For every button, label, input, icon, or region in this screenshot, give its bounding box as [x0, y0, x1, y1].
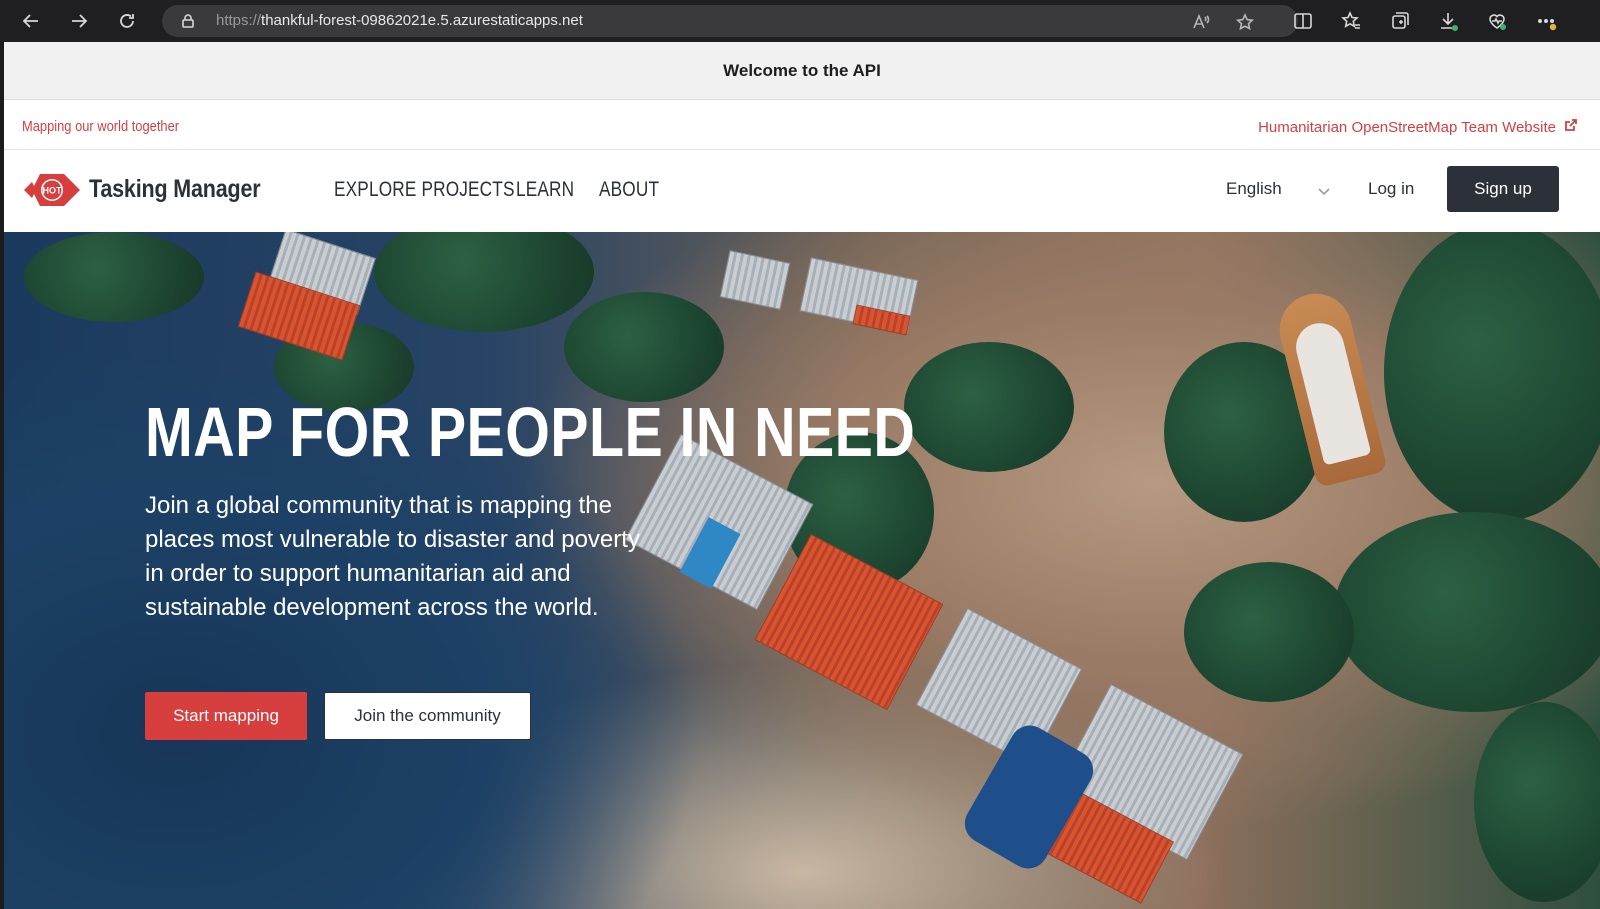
collections-icon[interactable] [1389, 10, 1411, 32]
hot-website-label: Humanitarian OpenStreetMap Team Website [1258, 118, 1556, 136]
browser-essentials-icon[interactable] [1486, 10, 1508, 32]
top-bar: Mapping our world together Humanitarian … [4, 100, 1600, 150]
favorite-star-icon[interactable] [1235, 13, 1255, 31]
lock-icon [180, 13, 196, 29]
hero-section: MAP FOR PEOPLE IN NEED Join a global com… [4, 232, 1600, 909]
nav-learn[interactable]: LEARN [516, 178, 574, 202]
language-select[interactable]: English [1226, 179, 1282, 199]
favorites-icon[interactable] [1340, 10, 1362, 32]
external-link-icon [1564, 118, 1578, 136]
nav-about[interactable]: ABOUT [599, 178, 659, 202]
hot-website-link[interactable]: Humanitarian OpenStreetMap Team Website [1258, 118, 1578, 136]
hero-title: MAP FOR PEOPLE IN NEED [145, 393, 916, 471]
nav-explore-projects[interactable]: EXPLORE PROJECTS [334, 178, 515, 202]
downloads-icon[interactable] [1437, 10, 1459, 32]
login-link[interactable]: Log in [1368, 179, 1414, 199]
tagline: Mapping our world together [22, 118, 180, 135]
forward-icon[interactable] [67, 9, 91, 33]
logo-text: HOT [43, 186, 63, 196]
back-icon[interactable] [19, 9, 43, 33]
start-mapping-button[interactable]: Start mapping [145, 692, 307, 740]
address-bar[interactable]: https://thankful-forest-09862021e.5.azur… [162, 5, 1298, 37]
hot-logo-icon[interactable]: HOT [24, 170, 80, 210]
brand-name[interactable]: Tasking Manager [89, 175, 261, 204]
chevron-down-icon[interactable] [1316, 183, 1332, 199]
signup-button[interactable]: Sign up [1447, 166, 1559, 212]
split-screen-icon[interactable] [1292, 10, 1314, 32]
api-welcome-banner: Welcome to the API [4, 42, 1600, 100]
settings-more-icon[interactable] [1535, 10, 1557, 32]
join-community-button[interactable]: Join the community [324, 692, 531, 740]
main-navigation: HOT Tasking Manager EXPLORE PROJECTS LEA… [4, 150, 1600, 232]
read-aloud-icon[interactable] [1192, 13, 1210, 31]
page: Welcome to the API Mapping our world tog… [4, 42, 1600, 909]
refresh-icon[interactable] [115, 9, 139, 33]
hero-description: Join a global community that is mapping … [145, 492, 640, 621]
browser-toolbar: https://thankful-forest-09862021e.5.azur… [0, 0, 1600, 42]
url-text: https://thankful-forest-09862021e.5.azur… [216, 12, 583, 29]
